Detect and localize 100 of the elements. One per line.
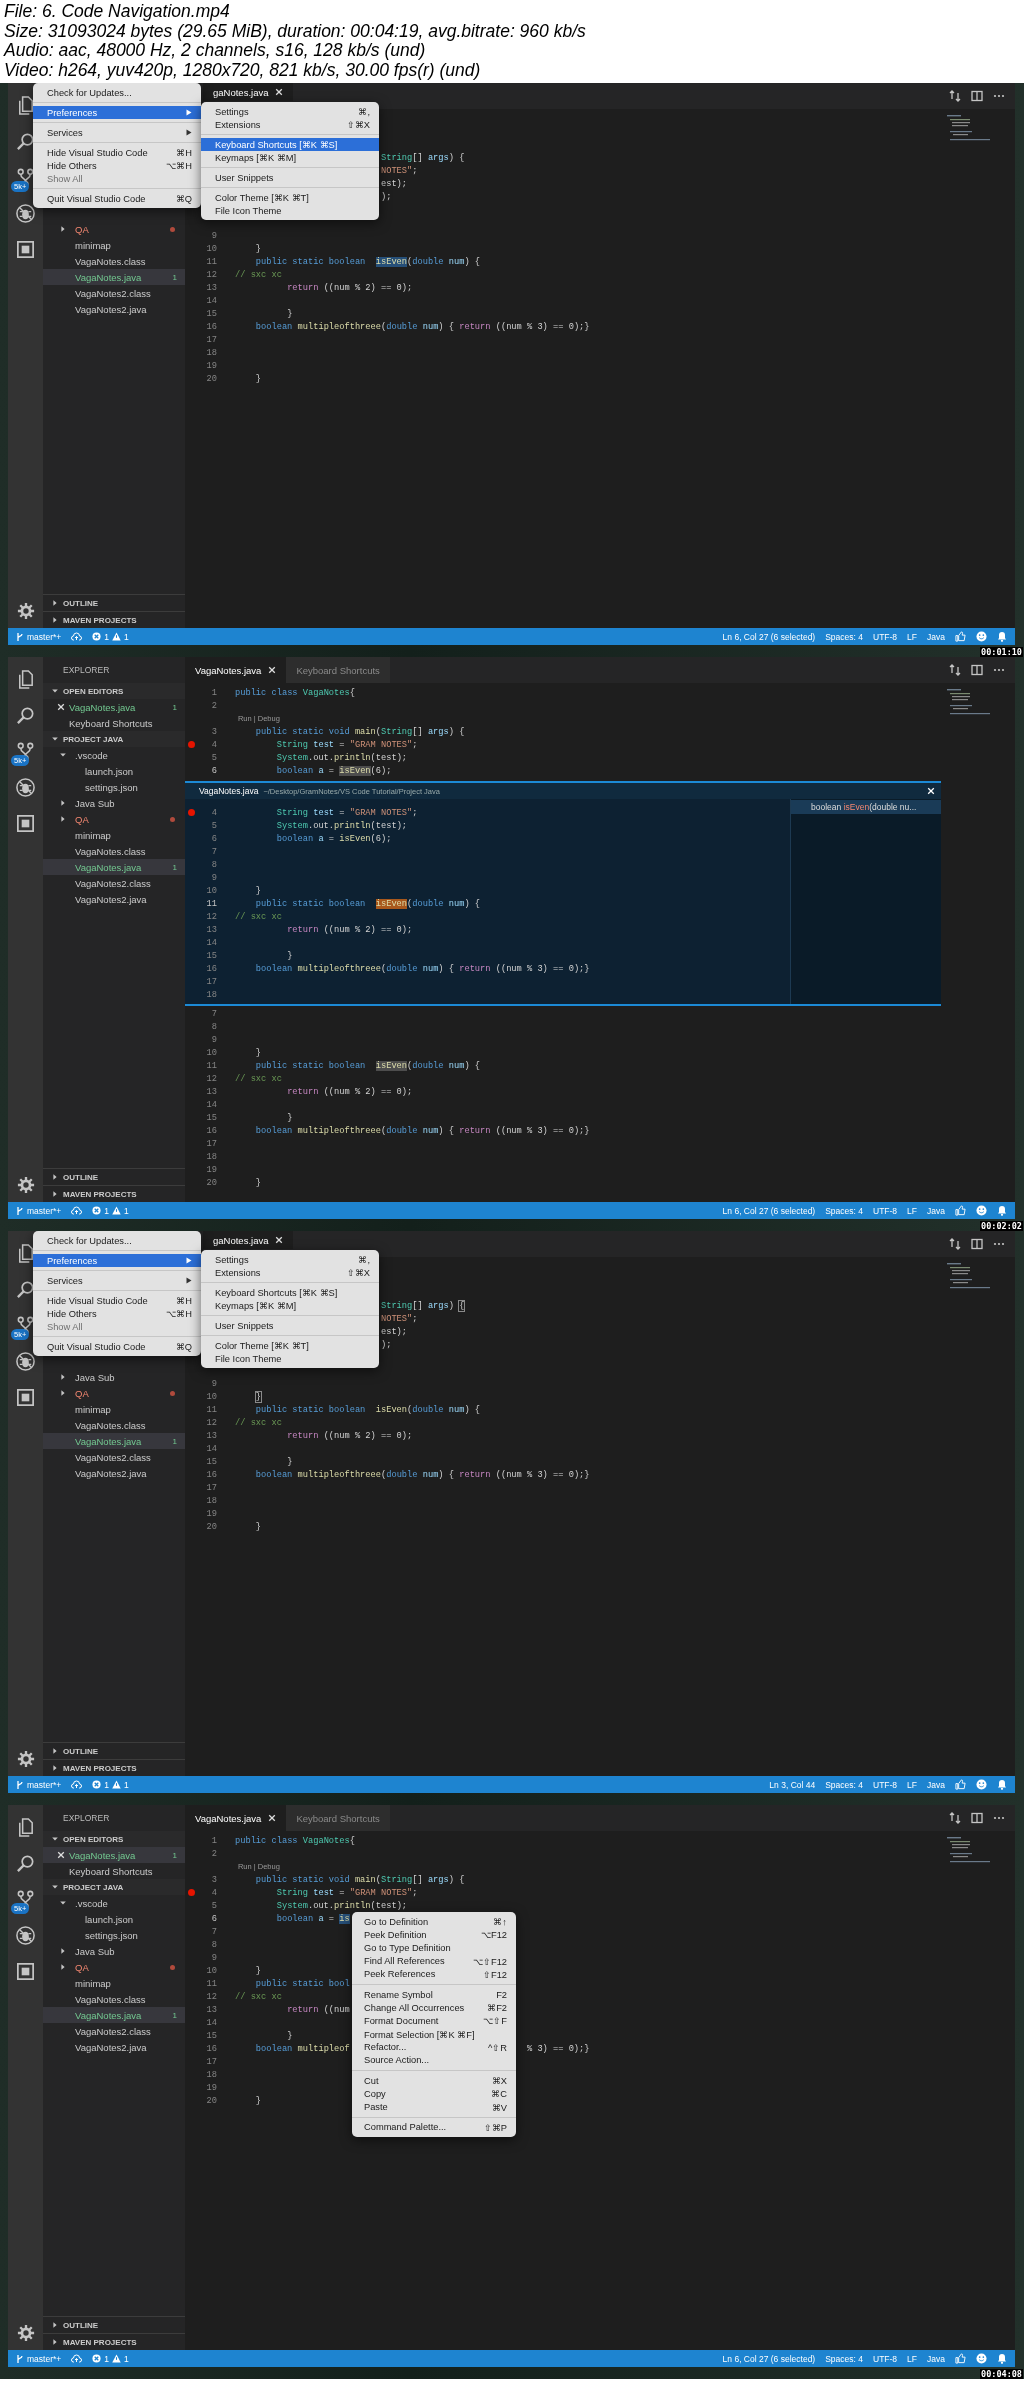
menu-item[interactable]: Format Document ⌥⇧F [352, 2014, 516, 2028]
menu-item[interactable]: Keymaps [⌘K ⌘M] [201, 1299, 379, 1312]
chevron-icon[interactable] [59, 751, 67, 759]
folder-item[interactable]: QA [43, 1385, 185, 1401]
menu-item[interactable]: Paste ⌘V [352, 2100, 516, 2114]
smiley-icon[interactable] [976, 1205, 987, 1216]
close-icon[interactable] [268, 1814, 277, 1822]
file-item[interactable]: settings.json [43, 779, 185, 795]
split-editor-icon[interactable] [971, 1812, 983, 1824]
menu-item[interactable]: Peek Definition ⌥F12 [352, 1928, 516, 1942]
status-item[interactable]: LF [907, 1205, 918, 1216]
menu-item[interactable]: Change All Occurrences ⌘F2 [352, 2001, 516, 2015]
chevron-icon[interactable] [59, 1899, 67, 1907]
menu-item[interactable]: User Snippets [201, 1319, 379, 1332]
thumbs-up-icon[interactable] [955, 1205, 966, 1216]
chevron-icon[interactable] [51, 1764, 59, 1772]
status-item[interactable]: Java [927, 1779, 945, 1790]
folder-item[interactable]: Java Sub [43, 1943, 185, 1959]
thumbs-up-icon[interactable] [955, 2353, 966, 2364]
bell-icon[interactable] [997, 1205, 1007, 1216]
folder-item[interactable]: .vscode [43, 747, 185, 763]
bell-icon[interactable] [997, 2353, 1007, 2364]
extensions-icon[interactable] [15, 813, 36, 834]
chevron-icon[interactable] [51, 616, 59, 624]
problems-indicator[interactable]: 1 1 [92, 631, 129, 642]
extensions-icon[interactable] [15, 1387, 36, 1408]
split-editor-icon[interactable] [971, 664, 983, 676]
smiley-icon[interactable] [976, 2353, 987, 2364]
section-header[interactable]: PROJECT JAVA [43, 1879, 185, 1895]
folder-item[interactable]: QA [43, 1959, 185, 1975]
open-editor-item[interactable]: Keyboard Shortcuts [43, 715, 185, 731]
status-item[interactable]: Ln 6, Col 27 (6 selected) [722, 2353, 816, 2364]
menu-item[interactable]: Source Action... [352, 2053, 516, 2068]
chevron-icon[interactable] [51, 735, 59, 743]
problems-indicator[interactable]: 1 1 [92, 1779, 129, 1790]
menu-item[interactable]: Hide Visual Studio Code ⌘H [33, 1294, 201, 1307]
smiley-icon[interactable] [976, 1779, 987, 1790]
compare-icon[interactable] [949, 1238, 961, 1250]
file-item[interactable]: VagaNotes2.java [43, 891, 185, 907]
menu-item[interactable]: File Icon Theme [201, 1352, 379, 1365]
menu-item[interactable]: Keyboard Shortcuts [⌘K ⌘S] [201, 1286, 379, 1299]
chevron-icon[interactable] [51, 687, 59, 695]
file-item[interactable]: VagaNotes.class [43, 1991, 185, 2007]
menu-item[interactable]: Services [33, 1274, 201, 1287]
menu-item[interactable]: File Icon Theme [201, 204, 379, 217]
bell-icon[interactable] [997, 631, 1007, 642]
chevron-icon[interactable] [59, 1389, 67, 1397]
bell-icon[interactable] [997, 1779, 1007, 1790]
open-editor-item[interactable]: Keyboard Shortcuts [43, 1863, 185, 1879]
status-item[interactable]: Java [927, 631, 945, 642]
file-item[interactable]: VagaNotes.class [43, 1417, 185, 1433]
menu-item[interactable]: Check for Updates... [33, 1234, 201, 1247]
menu-item[interactable]: Check for Updates... [33, 86, 201, 99]
file-item[interactable]: VagaNotes2.class [43, 2023, 185, 2039]
menu-item[interactable]: Hide Visual Studio Code ⌘H [33, 146, 201, 159]
menu-item[interactable]: Preferences [33, 1254, 201, 1267]
chevron-icon[interactable] [51, 2338, 59, 2346]
status-item[interactable]: UTF-8 [873, 2353, 898, 2364]
breakpoint-dot[interactable] [187, 809, 195, 816]
settings-icon[interactable] [16, 1750, 35, 1768]
status-item[interactable]: UTF-8 [873, 1205, 898, 1216]
chevron-icon[interactable] [51, 2321, 59, 2329]
status-item[interactable]: Ln 6, Col 27 (6 selected) [722, 631, 816, 642]
editor-tab[interactable]: Keyboard Shortcuts [286, 657, 390, 683]
status-item[interactable]: LF [907, 2353, 918, 2364]
menu-item[interactable]: Go to Type Definition [352, 1941, 516, 1955]
compare-icon[interactable] [949, 664, 961, 676]
file-item[interactable]: VagaNotes.class [43, 843, 185, 859]
search-icon[interactable] [15, 1853, 36, 1874]
status-item[interactable]: Java [927, 2353, 945, 2364]
chevron-icon[interactable] [59, 225, 67, 233]
menu-item[interactable]: Rename Symbol F2 [352, 1987, 516, 2002]
branch-indicator[interactable]: master*+ [16, 1779, 62, 1790]
menu-item[interactable]: Keyboard Shortcuts [⌘K ⌘S] [201, 138, 379, 151]
settings-icon[interactable] [16, 602, 35, 620]
menu-item[interactable]: Extensions ⇧⌘X [201, 118, 379, 131]
file-item[interactable]: VagaNotes.java 1 [43, 859, 185, 875]
editor-tab[interactable]: VagaNotes.java [185, 657, 287, 683]
status-item[interactable]: Ln 3, Col 44 [769, 1779, 816, 1790]
menu-item[interactable]: Quit Visual Studio Code ⌘Q [33, 1340, 201, 1353]
cloud-upload-icon[interactable] [71, 1780, 83, 1789]
file-item[interactable]: launch.json [43, 763, 185, 779]
status-item[interactable]: Spaces: 4 [825, 1205, 863, 1216]
folder-item[interactable]: QA [43, 221, 185, 237]
open-editor-item[interactable]: VagaNotes.java 1 [43, 1847, 185, 1863]
chevron-icon[interactable] [59, 1373, 67, 1381]
menu-item[interactable]: Quit Visual Studio Code ⌘Q [33, 192, 201, 205]
file-item[interactable]: minimap [43, 827, 185, 843]
compare-icon[interactable] [949, 90, 961, 102]
chevron-icon[interactable] [51, 1883, 59, 1891]
menu-item[interactable]: Cut ⌘X [352, 2074, 516, 2088]
folder-item[interactable]: Java Sub [43, 795, 185, 811]
bug-icon[interactable] [15, 203, 36, 224]
status-item[interactable]: Spaces: 4 [825, 1779, 863, 1790]
chevron-icon[interactable] [59, 815, 67, 823]
file-item[interactable]: minimap [43, 1975, 185, 1991]
menu-item[interactable]: Format Selection [⌘K ⌘F] [352, 2027, 516, 2041]
cloud-upload-icon[interactable] [71, 2354, 83, 2363]
file-item[interactable]: VagaNotes.java 1 [43, 1433, 185, 1449]
section-header[interactable]: OPEN EDITORS [43, 683, 185, 699]
